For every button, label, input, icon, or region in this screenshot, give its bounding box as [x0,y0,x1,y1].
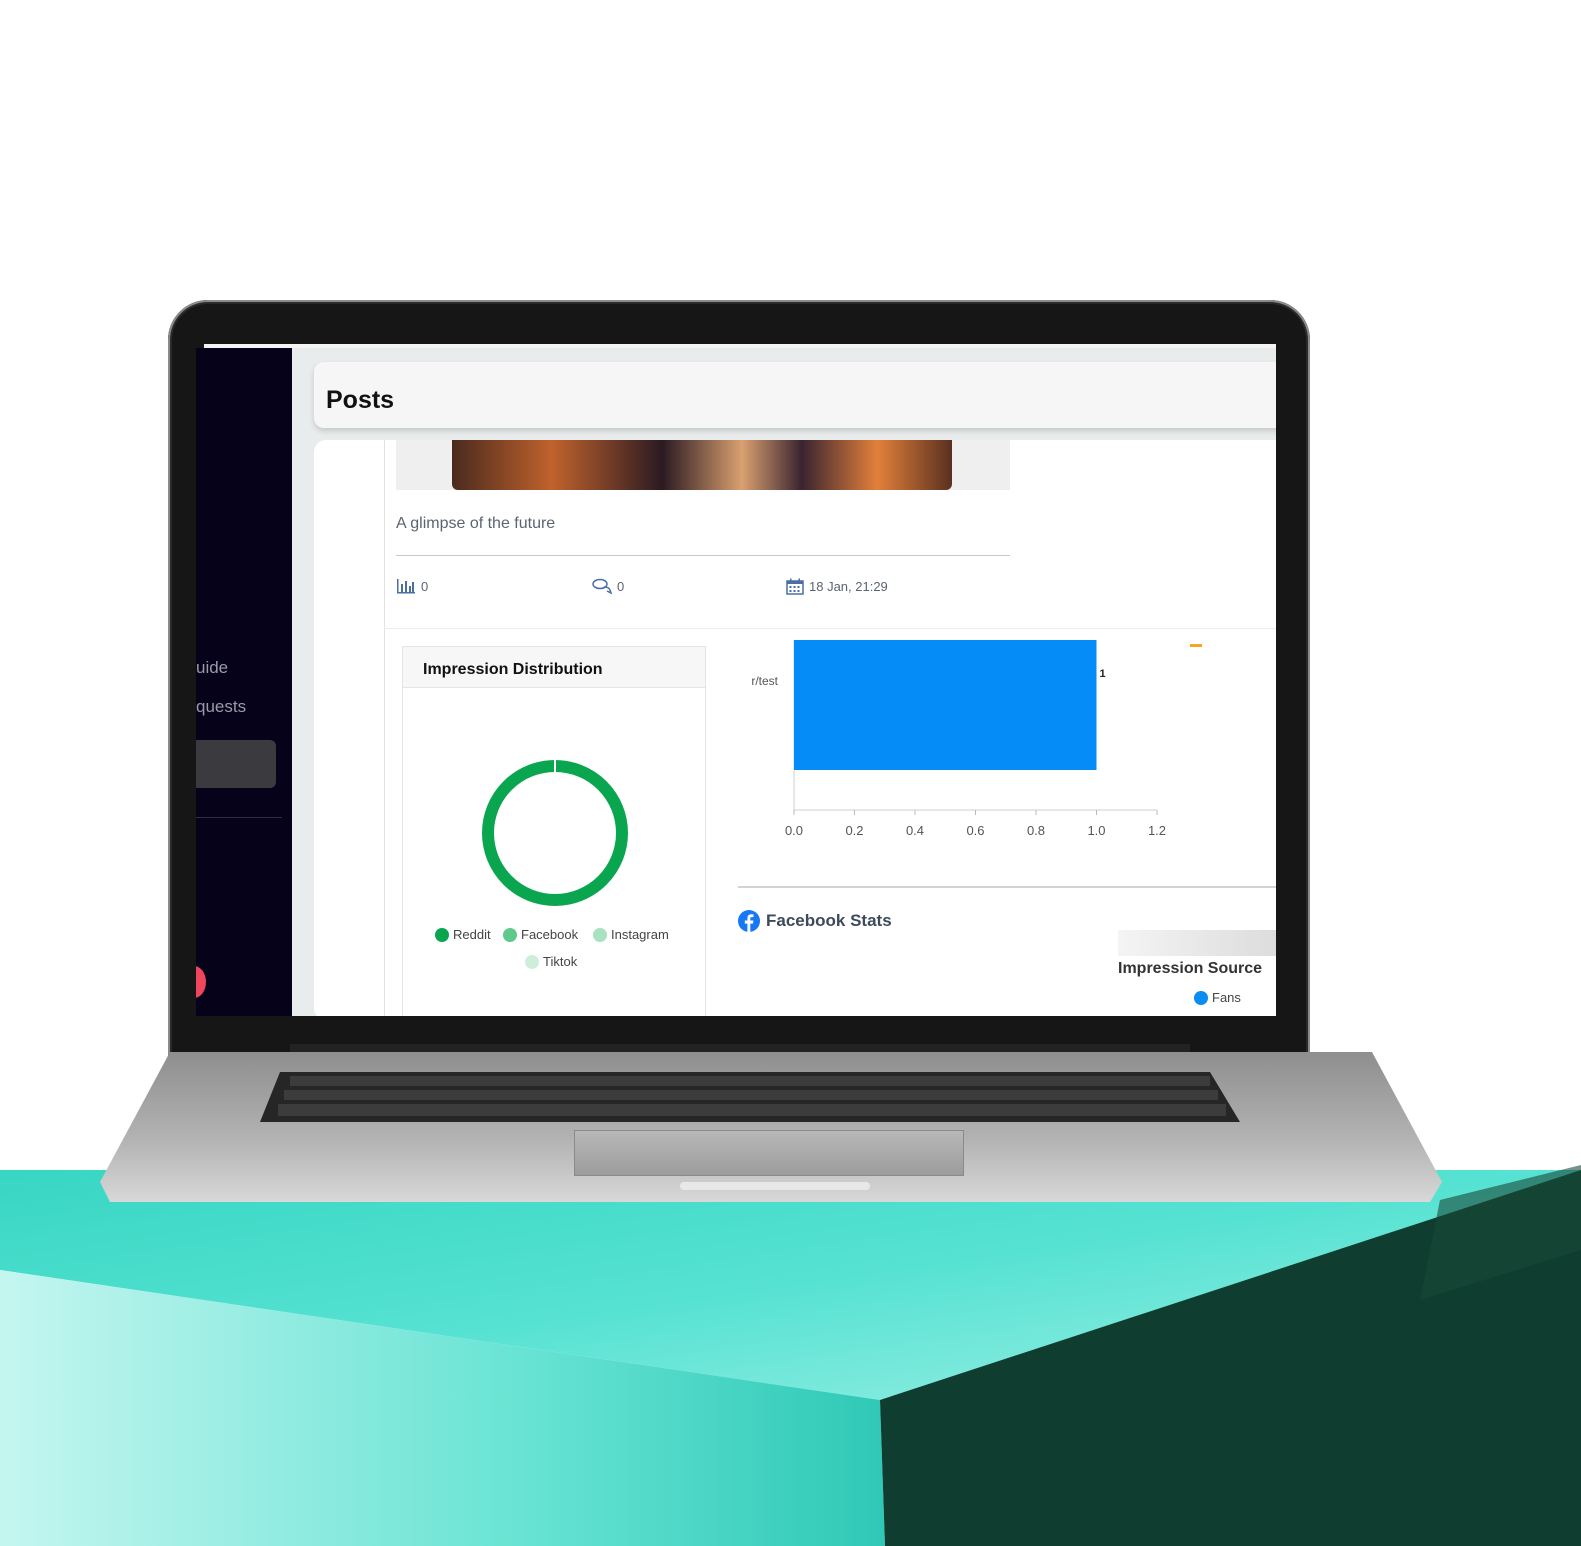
sidebar-button[interactable] [196,740,276,788]
impression-source-overlay [1118,930,1276,956]
subreddit-bar-chart: 0.0 0.2 0.4 0.6 0.8 1.0 1.2 r/test 1 [751,640,1166,838]
laptop-base [100,1052,1442,1202]
x-tick-label: 0.6 [966,823,984,838]
legend-dot [593,927,607,942]
impression-source-title: Impression Source [1118,960,1263,977]
bar-chart-icon [397,579,415,594]
post-image-frame [396,440,1010,490]
date-text: 18 Jan, 21:29 [809,579,888,594]
facebook-stats-title: Facebook Stats [766,911,892,930]
x-tick-label: 1.2 [1148,823,1166,838]
legend-dot [435,927,449,942]
y-category-label: r/test [751,674,778,688]
sidebar: uide quests [196,348,292,1016]
impression-distribution-panel: Impression Distribution Reddit Facebook … [402,646,706,1016]
x-tick-label: 0.2 [845,823,863,838]
legend-label: Reddit [453,927,491,942]
legend-dot [503,927,517,942]
legend-label: Instagram [611,927,669,942]
page-title: Posts [326,386,395,414]
facebook-stats-header: Facebook Stats [738,910,892,932]
comments-icon [592,578,612,594]
impression-donut-chart [482,759,628,906]
sidebar-divider [196,817,282,818]
x-tick-label: 0.0 [785,823,803,838]
facebook-divider [738,886,1276,888]
page-header: Posts [314,362,1276,428]
sidebar-item-requests[interactable]: quests [196,697,246,717]
sidebar-item-guide[interactable]: uide [196,658,228,678]
app-screen: uide quests Posts A glimpse of the futur… [196,348,1276,1016]
legend-dot [1194,990,1208,1005]
legend-label: Facebook [521,927,579,942]
legend-dot [525,954,539,969]
views-count: 0 [421,578,429,594]
bar-data-label: 1 [1100,668,1106,680]
x-tick-label: 0.8 [1027,823,1045,838]
post-comments: 0 [592,578,624,594]
legend-item-reddit[interactable]: Reddit [435,927,491,942]
card-divider [384,440,385,1016]
section-divider [384,628,1276,629]
impression-distribution-header: Impression Distribution [403,647,705,688]
comments-count: 0 [617,578,625,594]
impression-distribution-title: Impression Distribution [423,661,603,678]
avatar[interactable] [196,966,206,998]
x-tick-label: 0.4 [906,823,924,838]
post-views: 0 [396,578,428,594]
touchpad [574,1130,964,1176]
facebook-icon [738,910,760,932]
post-caption: A glimpse of the future [396,515,556,532]
legend-label: Fans [1212,990,1241,1005]
post-divider [396,555,1010,556]
legend-item-tiktok[interactable]: Tiktok [525,954,577,969]
post-date: 18 Jan, 21:29 [786,578,888,595]
bar-r-test[interactable] [794,640,1097,770]
x-tick-label: 1.0 [1087,823,1105,838]
post-card: A glimpse of the future 0 0 18 Jan, 21:2… [314,440,1276,1016]
legend-item-instagram[interactable]: Instagram [593,927,669,942]
calendar-icon [786,578,804,595]
legend-item-facebook[interactable]: Facebook [503,927,578,942]
donut-slice-reddit[interactable] [482,760,628,906]
post-image[interactable] [452,440,952,490]
legend-comments-swatch [1190,644,1202,647]
legend-label: Tiktok [543,954,578,969]
legend-item-fans[interactable]: Fans [1194,990,1241,1005]
